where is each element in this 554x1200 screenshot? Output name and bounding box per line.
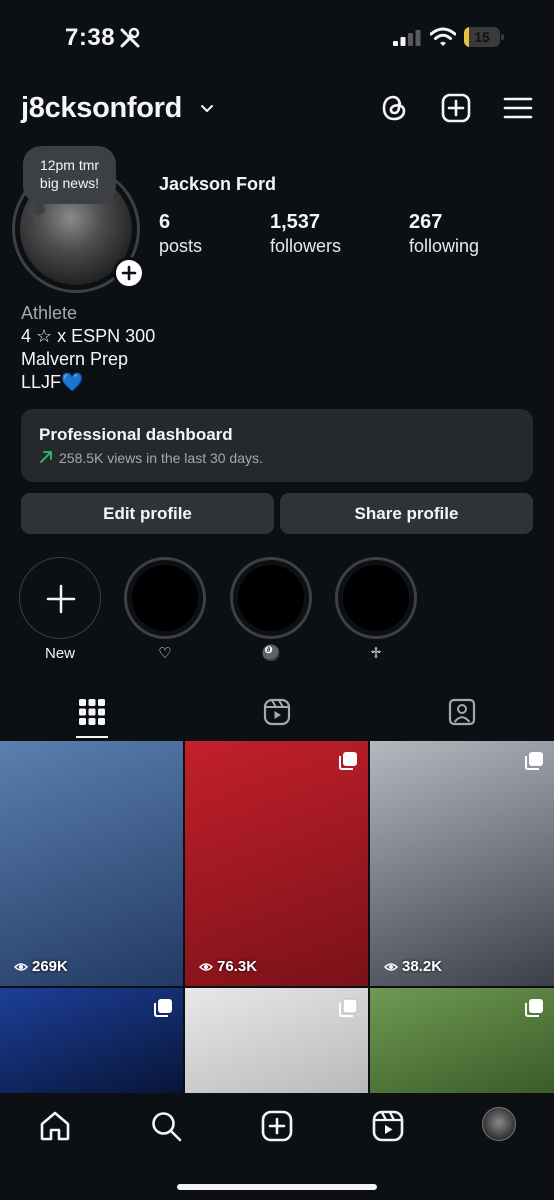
note-line-2: big news! (39, 175, 100, 191)
view-count: 269K (14, 958, 68, 975)
profile-header: j8cksonford (0, 84, 554, 134)
add-story-button[interactable] (113, 257, 145, 289)
eye-icon (14, 962, 28, 971)
carousel-icon (339, 998, 358, 1017)
highlight-cover (343, 565, 409, 631)
view-count-value: 38.2K (402, 958, 443, 975)
stat-value: 267 (409, 211, 443, 233)
post-tile[interactable]: 269K (0, 741, 183, 986)
highlight-8ball[interactable]: 🎱 (229, 557, 313, 663)
view-count: 76.3K (199, 958, 257, 975)
highlight-label: New (44, 645, 75, 662)
note-line-1: 12pm tmr (39, 157, 100, 173)
tab-active-indicator (76, 736, 108, 738)
cellular-signal-icon (393, 30, 421, 46)
create-plus-icon[interactable] (440, 92, 472, 124)
view-count: 38.2K (384, 958, 442, 975)
profile-avatar-tab[interactable] (482, 1107, 516, 1141)
eye-icon (384, 962, 398, 971)
dashboard-title: Professional dashboard (39, 425, 233, 444)
carousel-icon (339, 752, 357, 770)
plus-icon (46, 584, 76, 614)
carousel-icon (154, 999, 172, 1017)
highlight-cross[interactable]: ♱ (334, 557, 418, 663)
posts-stat[interactable]: 6 posts (159, 210, 202, 258)
status-time: 7:38 (65, 24, 116, 51)
bio-line: Malvern Prep (21, 349, 129, 369)
username-switcher[interactable]: j8cksonford (21, 92, 182, 125)
tab-reels[interactable] (185, 688, 369, 738)
post-tile[interactable] (370, 988, 554, 1093)
view-count-value: 76.3K (217, 958, 258, 975)
share-profile-button[interactable]: Share profile (280, 493, 533, 534)
reels-icon (263, 698, 291, 726)
status-bar: 7:38 15 (0, 0, 554, 74)
chevron-down-icon[interactable] (199, 100, 215, 116)
create-plus-icon[interactable] (260, 1109, 294, 1143)
highlight-new[interactable]: New (18, 557, 102, 663)
wifi-icon (430, 27, 456, 46)
dashboard-subtitle: 258.5K views in the last 30 days. (59, 450, 263, 466)
bio-category: Athlete (21, 303, 78, 323)
display-name: Jackson Ford (159, 174, 277, 194)
stat-label: posts (159, 236, 203, 256)
search-icon[interactable] (149, 1109, 183, 1143)
highlight-cover (238, 565, 304, 631)
tab-tagged[interactable] (370, 688, 554, 738)
highlight-label: ♡ (158, 645, 172, 662)
eye-icon (199, 962, 213, 971)
grid-icon (79, 699, 105, 725)
view-count-value: 269K (32, 958, 68, 975)
highlight-heart[interactable]: ♡ (123, 557, 207, 663)
battery-icon: 15 (464, 27, 504, 47)
post-tile[interactable] (185, 988, 368, 1093)
edit-profile-button[interactable]: Edit profile (21, 493, 274, 534)
carousel-icon (525, 999, 543, 1017)
highlight-cover (132, 565, 198, 631)
stat-label: following (409, 236, 480, 256)
post-tile[interactable]: 76.3K (185, 741, 368, 986)
post-tile[interactable]: 38.2K (370, 741, 554, 986)
stat-label: followers (270, 236, 342, 256)
bio-line: 4 ☆ x ESPN 300 (21, 326, 156, 346)
profile-bio: Athlete 4 ☆ x ESPN 300 Malvern Prep LLJF… (21, 302, 155, 394)
home-indicator (177, 1184, 377, 1190)
followers-stat[interactable]: 1,537 followers (270, 210, 341, 258)
stat-value: 6 (159, 211, 171, 233)
highlight-label: ♱ (370, 645, 382, 662)
reels-icon[interactable] (371, 1109, 405, 1143)
tools-icon (120, 27, 140, 48)
highlight-label: 🎱 (261, 645, 281, 662)
tagged-person-icon (448, 698, 476, 726)
plus-icon (121, 265, 137, 281)
menu-icon[interactable] (502, 92, 534, 124)
threads-icon[interactable] (378, 92, 410, 124)
carousel-icon (525, 752, 543, 770)
bio-line: LLJF💙 (21, 372, 84, 392)
trend-up-icon (40, 451, 52, 463)
post-tile[interactable] (0, 988, 183, 1093)
profile-note[interactable]: 12pm tmr big news! (23, 146, 116, 204)
following-stat[interactable]: 267 following (409, 210, 479, 258)
battery-level: 15 (474, 29, 490, 45)
professional-dashboard[interactable]: Professional dashboard 258.5K views in t… (21, 409, 533, 482)
home-icon[interactable] (38, 1109, 72, 1143)
tab-posts-grid[interactable] (0, 688, 184, 738)
profile-tabs (0, 688, 554, 738)
stat-value: 1,537 (270, 211, 321, 233)
